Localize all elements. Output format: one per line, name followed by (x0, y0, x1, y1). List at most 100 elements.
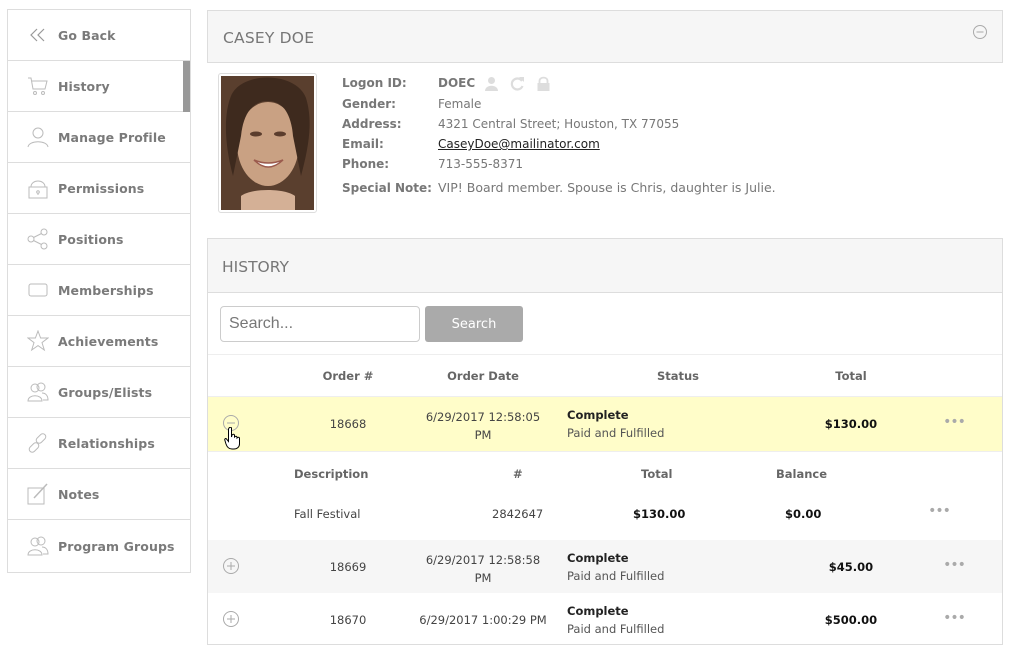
sidebar-item-memberships[interactable]: Memberships (8, 265, 190, 316)
column-header-order-date[interactable]: Order Date (447, 369, 519, 383)
profile-name: CASEY DOE (223, 29, 315, 47)
sidebar-item-manage-profile[interactable]: Manage Profile (8, 112, 190, 163)
user-icon[interactable] (484, 76, 499, 91)
order-date: 6/29/2017 12:58:58 PM (426, 551, 540, 587)
note-icon (27, 483, 49, 505)
special-note-label: Special Note: (342, 181, 432, 195)
logon-id-label: Logon ID: (342, 76, 407, 90)
order-total: $45.00 (828, 560, 874, 574)
users-icon (27, 381, 49, 403)
gender-value: Female (438, 97, 482, 111)
email-label: Email: (342, 137, 384, 151)
address-label: Address: (342, 117, 402, 131)
cart-icon (27, 75, 49, 97)
order-date: 6/29/2017 12:58:05 PM (426, 408, 540, 444)
user-icon (27, 126, 49, 148)
special-note-value: VIP! Board member. Spouse is Chris, daug… (438, 180, 776, 195)
table-row[interactable]: 18669 6/29/2017 12:58:58 PM Complete Pai… (208, 540, 1002, 593)
history-title: HISTORY (222, 258, 289, 276)
sidebar-item-groups-elists[interactable]: Groups/Elists (8, 367, 190, 418)
sidebar-item-label: Notes (58, 486, 100, 502)
expand-plus-icon[interactable] (222, 610, 240, 628)
sidebar-item-label: Program Groups (58, 538, 175, 554)
collapse-minus-icon[interactable] (972, 24, 988, 40)
column-header-order[interactable]: Order # (323, 369, 374, 383)
refresh-icon[interactable] (510, 76, 525, 91)
sidebar-item-label: Memberships (58, 282, 154, 298)
sidebar-item-label: Permissions (58, 180, 145, 196)
detail-header-number: # (513, 467, 523, 481)
sidebar-item-label: History (58, 78, 110, 94)
sidebar-item-relationships[interactable]: Relationships (8, 418, 190, 469)
table-header: Order # Order Date Status Total (208, 355, 1002, 397)
order-status: Complete Paid and Fulfilled (567, 551, 664, 583)
search-input[interactable] (220, 306, 420, 342)
order-number: 18669 (329, 560, 367, 574)
column-header-status[interactable]: Status (657, 369, 699, 383)
card-icon (27, 279, 49, 301)
sidebar-item-notes[interactable]: Notes (8, 469, 190, 520)
column-header-total[interactable]: Total (835, 369, 866, 383)
sidebar-item-go-back[interactable]: Go Back (8, 10, 190, 61)
collapse-minus-icon[interactable] (222, 414, 240, 432)
double-chevron-left-icon (27, 24, 49, 46)
detail-header-total: Total (641, 467, 673, 481)
phone-value: 713-555-8371 (438, 157, 524, 171)
detail-number: 2842647 (492, 507, 544, 521)
detail-header-balance: Balance (776, 467, 828, 481)
status-text: Complete (567, 604, 629, 618)
sidebar-item-label: Achievements (58, 333, 159, 349)
share-icon (27, 228, 49, 250)
search-bar: Search (208, 293, 1002, 355)
order-status: Complete Paid and Fulfilled (567, 604, 664, 636)
table-row[interactable]: 18668 6/29/2017 12:58:05 PM Complete Pai… (208, 397, 1002, 452)
address-value: 4321 Central Street; Houston, TX 77055 (438, 117, 680, 131)
history-header: HISTORY (208, 239, 1002, 293)
sidebar-item-positions[interactable]: Positions (8, 214, 190, 265)
history-panel: HISTORY Search Order # Order Date Status… (207, 238, 1003, 645)
sidebar-item-label: Positions (58, 231, 124, 247)
email-value: CaseyDoe@mailinator.com (438, 137, 600, 151)
lock-icon (27, 177, 49, 199)
order-detail: Description # Total Balance Fall Festiva… (208, 452, 1002, 540)
sidebar-item-permissions[interactable]: Permissions (8, 163, 190, 214)
status-subtext: Paid and Fulfilled (567, 569, 665, 583)
sidebar-item-label: Relationships (58, 435, 155, 451)
sidebar-item-program-groups[interactable]: Program Groups (8, 520, 190, 572)
table-row[interactable]: 18670 6/29/2017 1:00:29 PM Complete Paid… (208, 593, 1002, 646)
sidebar-item-history[interactable]: History (8, 61, 190, 112)
users-icon (27, 535, 49, 557)
order-date-line2: PM (474, 428, 492, 442)
status-subtext: Paid and Fulfilled (567, 622, 665, 636)
lock-icon[interactable] (536, 76, 551, 91)
order-number: 18670 (329, 613, 367, 627)
avatar (221, 76, 314, 210)
profile-photo (218, 73, 317, 213)
detail-description: Fall Festival (294, 507, 361, 521)
more-options-icon[interactable]: ••• (928, 503, 951, 519)
more-options-icon[interactable]: ••• (943, 610, 966, 626)
sidebar-item-label: Go Back (58, 27, 116, 43)
detail-header-description: Description (294, 467, 369, 481)
phone-label: Phone: (342, 157, 390, 171)
search-button[interactable]: Search (425, 306, 523, 342)
order-number: 18668 (329, 417, 367, 431)
order-date: 6/29/2017 1:00:29 PM (419, 613, 547, 627)
detail-balance: $0.00 (785, 507, 822, 521)
sidebar-item-achievements[interactable]: Achievements (8, 316, 190, 367)
sidebar-item-label: Groups/Elists (58, 384, 153, 400)
more-options-icon[interactable]: ••• (943, 557, 966, 573)
order-status: Complete Paid and Fulfilled (567, 408, 664, 440)
gender-label: Gender: (342, 97, 396, 111)
more-options-icon[interactable]: ••• (943, 414, 966, 430)
email-link[interactable]: CaseyDoe@mailinator.com (438, 137, 600, 151)
expand-plus-icon[interactable] (222, 557, 240, 575)
link-icon (27, 432, 49, 454)
order-date-line1: 6/29/2017 12:58:58 (425, 553, 541, 567)
profile-header: CASEY DOE (207, 10, 1003, 63)
star-icon (27, 330, 49, 352)
detail-total: $130.00 (633, 507, 686, 521)
status-subtext: Paid and Fulfilled (567, 426, 665, 440)
sidebar: Go Back History Manage Profile Permissio… (7, 9, 191, 573)
sidebar-item-label: Manage Profile (58, 129, 166, 145)
